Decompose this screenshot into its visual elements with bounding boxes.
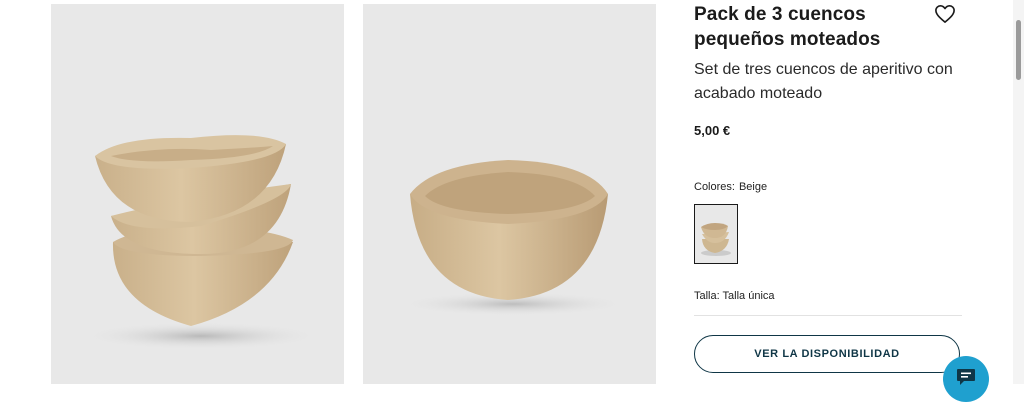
product-price: 5,00 € <box>694 123 731 138</box>
scrollbar-thumb[interactable] <box>1016 20 1021 80</box>
color-swatch-beige[interactable] <box>694 204 738 264</box>
size-value: Talla única <box>722 290 775 302</box>
swatch-thumbnail <box>701 223 731 256</box>
product-subtitle: Set de tres cuencos de aperitivo con aca… <box>694 61 953 102</box>
check-availability-button[interactable]: VER LA DISPONIBILIDAD <box>694 335 960 373</box>
color-value: Beige <box>738 181 768 193</box>
page-scrollbar[interactable] <box>1013 0 1024 384</box>
size-row: Talla: Talla única <box>694 290 775 302</box>
colors-label: Colores: <box>694 181 735 193</box>
product-image-single-bowl[interactable] <box>363 4 656 384</box>
chat-button[interactable] <box>943 356 989 402</box>
divider <box>694 315 962 316</box>
stacked-bowls-illustration <box>81 135 321 350</box>
colors-row: Colores: Beige <box>694 181 767 193</box>
heart-icon[interactable] <box>934 4 956 24</box>
chat-icon <box>957 369 975 385</box>
product-title: Pack de 3 cuencos pequeños moteados <box>694 4 881 50</box>
product-image-stacked-bowls[interactable] <box>51 4 344 384</box>
single-bowl-illustration <box>398 160 628 316</box>
size-label: Talla: <box>694 290 720 302</box>
